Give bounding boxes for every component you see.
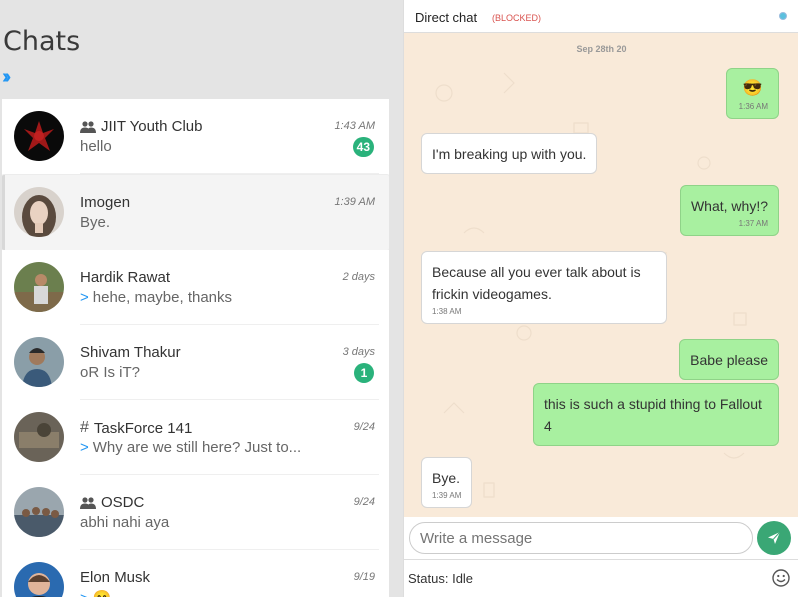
status-dot-icon <box>779 12 787 20</box>
chat-name: Shivam Thakur <box>80 344 181 361</box>
chat-name-label: OSDC <box>101 494 145 511</box>
group-icon <box>80 120 96 133</box>
chat-name-label: JIIT Youth Club <box>101 118 203 135</box>
chat-list-pane: Chats ›› JIIT Youth Club hello 1:43 AM 4… <box>0 0 392 597</box>
avatar <box>14 337 64 387</box>
chat-time: 9/19 <box>353 571 375 583</box>
conversation-title: Direct chat <box>415 10 478 25</box>
message-bubble-theirs: Bye. 1:39 AM <box>421 457 473 508</box>
forwarded-indicator: > <box>80 289 89 306</box>
chat-name-label: Imogen <box>80 194 131 211</box>
conversation-header: Direct chat (BLOCKED) <box>404 0 798 33</box>
chat-name-label: Elon Musk <box>80 569 151 586</box>
chat-item-imogen[interactable]: Imogen Bye. 1:39 AM <box>2 175 389 250</box>
status-text: Status: Idle <box>408 571 474 586</box>
chat-time: 1:39 AM <box>334 196 375 208</box>
chat-last-message: oR Is iT? <box>80 364 141 381</box>
chat-item-osdc[interactable]: OSDC abhi nahi aya 9/24 <box>2 475 389 550</box>
chat-name: OSDC <box>80 494 144 511</box>
avatar <box>14 187 64 237</box>
message-bubble-mine: Babe please <box>679 339 779 380</box>
chat-name: Imogen <box>80 194 130 211</box>
chat-item-taskforce-141[interactable]: # TaskForce 141 > Why are we still here? … <box>2 400 389 475</box>
chat-last-message: > hehe, maybe, thanks <box>80 289 233 306</box>
chat-time: 9/24 <box>353 421 375 433</box>
message-bubble-mine: What, why!? 1:37 AM <box>679 185 779 236</box>
chat-item-jiit-youth-club[interactable]: JIIT Youth Club hello 1:43 AM 43 <box>2 99 389 174</box>
chat-last-message: hello <box>80 138 112 155</box>
chat-time: 3 days <box>342 346 375 358</box>
chat-item-elon-musk[interactable]: Elon Musk >😊 9/19 <box>2 550 389 597</box>
divider <box>80 173 379 174</box>
date-separator: Sep 28th 20 <box>576 44 627 54</box>
hash-icon: # <box>80 419 89 436</box>
emoji-icon[interactable] <box>772 569 790 587</box>
chat-time: 9/24 <box>353 496 375 508</box>
blocked-label: (BLOCKED) <box>492 13 542 23</box>
page-title: Chats <box>3 26 81 57</box>
chat-name: Elon Musk <box>80 569 150 586</box>
avatar <box>14 562 64 597</box>
message-bubble-theirs: I'm breaking up with you. <box>421 133 598 174</box>
chat-last-message: >😊 <box>80 589 111 597</box>
forwarded-indicator: > <box>80 439 89 456</box>
chat-name-label: TaskForce 141 <box>93 419 193 437</box>
status-bar: Status: Idle <box>404 559 798 597</box>
message-area[interactable]: Sep 28th 20 😎 1:36 AM I'm breaking up wi… <box>404 33 798 517</box>
message-composer <box>404 517 798 559</box>
avatar <box>14 262 64 312</box>
chat-time: 1:43 AM <box>334 120 375 132</box>
send-button[interactable] <box>757 521 791 555</box>
forwarded-indicator: > <box>80 590 89 597</box>
chevron-double-right-icon[interactable]: ›› <box>2 67 20 87</box>
chat-time: 2 days <box>342 271 375 283</box>
chat-name: Hardik Rawat <box>80 269 170 286</box>
conversation-pane: Direct chat (BLOCKED) Sep 28th 20 😎 1:36… <box>403 0 798 597</box>
chat-last-message: > Why are we still here? Just to... <box>80 439 302 456</box>
message-bubble-mine: 😎 1:36 AM <box>726 68 779 119</box>
chat-list: JIIT Youth Club hello 1:43 AM 43 Imogen … <box>2 99 389 597</box>
message-input[interactable] <box>409 522 753 554</box>
chat-item-shivam-thakur[interactable]: Shivam Thakur oR Is iT? 3 days 1 <box>2 325 389 400</box>
chat-name: # TaskForce 141 <box>80 419 192 437</box>
message-bubble-theirs: Because all you ever talk about is frick… <box>421 251 667 324</box>
group-icon <box>80 496 96 509</box>
chat-name-label: Shivam Thakur <box>80 344 181 361</box>
chat-last-message: Bye. <box>80 214 111 231</box>
chat-last-message: abhi nahi aya <box>80 514 170 531</box>
avatar <box>14 487 64 537</box>
send-icon <box>768 531 781 544</box>
avatar <box>14 412 64 462</box>
chat-item-hardik-rawat[interactable]: Hardik Rawat > hehe, maybe, thanks 2 days <box>2 250 389 325</box>
unread-badge: 43 <box>352 137 374 157</box>
chat-name: JIIT Youth Club <box>80 118 202 135</box>
unread-badge: 1 <box>354 363 374 383</box>
chat-name-label: Hardik Rawat <box>80 269 171 286</box>
message-bubble-mine: this is such a stupid thing to Fallout 4 <box>533 383 779 446</box>
avatar <box>14 111 64 161</box>
